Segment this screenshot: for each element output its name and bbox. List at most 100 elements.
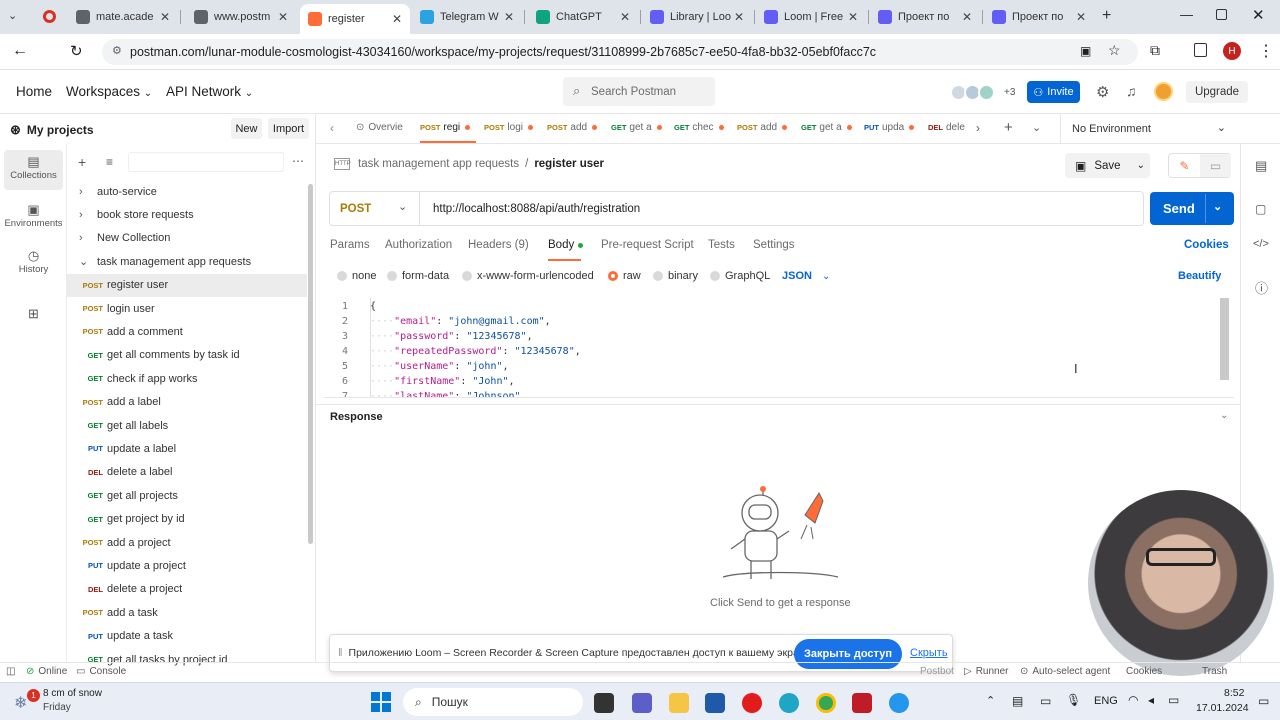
opera-icon[interactable]	[742, 693, 762, 713]
invite-button[interactable]: ⚇ Invite	[1027, 81, 1080, 103]
recording-icon[interactable]	[43, 10, 56, 23]
camera-icon[interactable]: ▣	[1080, 44, 1091, 58]
tab-settings[interactable]: Settings	[753, 239, 795, 251]
nav-api-network[interactable]: API Network ⌄	[166, 84, 253, 99]
chrome-menu-icon[interactable]: ⋮	[1258, 41, 1274, 61]
trash-button[interactable]: Trash	[1202, 666, 1227, 677]
request-item[interactable]: PUT update a project	[67, 554, 307, 577]
request-item[interactable]: POST add a comment	[67, 320, 307, 343]
site-info-icon[interactable]: ⚙	[112, 44, 122, 57]
save-button[interactable]: ▣ Save ⌄	[1065, 153, 1150, 178]
store-icon[interactable]	[705, 693, 725, 713]
request-tab[interactable]: GET get a	[801, 122, 852, 133]
body-code-editor[interactable]: 1{2 ···· "email": "john@gmail.com", 3 ···· "p…	[324, 298, 1234, 398]
rail-collections[interactable]: ▤ Collections	[4, 150, 63, 190]
taskbar-search[interactable]: ⌕ Пошук	[403, 688, 583, 716]
close-tab-icon[interactable]: ✕	[392, 12, 402, 26]
online-status[interactable]: ⊘ Online	[26, 666, 67, 677]
postbot-button[interactable]: Postbot	[920, 666, 954, 677]
notifications-icon[interactable]: ▭	[1258, 694, 1269, 708]
battery-icon[interactable]: ▭	[1168, 693, 1179, 707]
close-tab-icon[interactable]: ✕	[620, 10, 630, 24]
radio-graphql[interactable]: GraphQL	[710, 270, 770, 282]
request-item[interactable]: DEL delete a project	[67, 578, 307, 601]
request-item[interactable]: POST add a label	[67, 391, 307, 414]
tab-prerequest-script[interactable]: Pre-request Script	[601, 239, 694, 251]
add-collection-icon[interactable]: +	[78, 154, 86, 170]
request-tab[interactable]: ⊙ Overvie	[356, 122, 403, 133]
collection-search-field[interactable]	[128, 152, 284, 172]
filter-icon[interactable]: ≡	[106, 155, 113, 169]
request-item[interactable]: POST register user	[67, 273, 307, 297]
request-item[interactable]: GET get all labels	[67, 414, 307, 437]
tab-headers[interactable]: Headers (9)	[468, 239, 529, 251]
runner-button[interactable]: ▷ Runner	[964, 666, 1009, 677]
radio-raw[interactable]: raw	[608, 270, 641, 282]
browser-tab[interactable]: ChatGPT ✕	[528, 4, 638, 30]
editor-scrollbar[interactable]	[1220, 298, 1229, 380]
auto-select-agent[interactable]: ⊙ Auto-select agent	[1020, 666, 1110, 677]
nav-home[interactable]: Home	[16, 84, 52, 99]
sidebar-scrollbar[interactable]	[308, 184, 313, 544]
rail-history[interactable]: ◷ History	[4, 248, 63, 275]
method-select[interactable]: POST ⌄	[330, 192, 420, 225]
wifi-icon[interactable]: ◠	[1128, 693, 1138, 707]
comment-icon[interactable]: ▭	[1200, 154, 1231, 177]
breadcrumb-collection[interactable]: task management app requests	[358, 158, 519, 170]
request-item[interactable]: PUT update a label	[67, 437, 307, 460]
request-item[interactable]: GET get all comments by task id	[67, 344, 307, 367]
edge-icon[interactable]	[779, 693, 799, 713]
task-view-icon[interactable]	[594, 693, 614, 713]
tray-overflow-icon[interactable]: ⌃	[986, 694, 995, 707]
close-tab-icon[interactable]: ✕	[160, 10, 170, 24]
radio-none[interactable]: none	[337, 270, 376, 282]
close-tab-icon[interactable]: ✕	[504, 10, 514, 24]
rail-environments[interactable]: ▣ Environments	[4, 202, 63, 229]
chevron-right-icon[interactable]: ›	[79, 232, 93, 244]
info-icon[interactable]: ⓘ	[1255, 278, 1268, 297]
request-item[interactable]: GET check if app works	[67, 367, 307, 390]
user-avatar[interactable]	[1154, 82, 1173, 101]
collection-item[interactable]: ⌄ task management app requests	[67, 250, 307, 273]
breadcrumb-request[interactable]: register user	[534, 158, 604, 170]
browser-tab[interactable]: mate.acade ✕	[68, 4, 178, 30]
beautify-button[interactable]: Beautify	[1178, 270, 1221, 282]
format-select[interactable]: JSON ⌄	[782, 270, 830, 282]
back-icon[interactable]: ←	[12, 42, 28, 60]
intellij-icon[interactable]	[852, 693, 872, 713]
code-snippet-icon[interactable]: </>	[1253, 238, 1269, 250]
request-item[interactable]: DEL delete a label	[67, 461, 307, 484]
docker-icon[interactable]	[889, 693, 909, 713]
weather-widget[interactable]: ❄ 1	[14, 689, 40, 715]
console-button[interactable]: ▭ Console	[76, 666, 126, 677]
request-tab[interactable]: POST regi	[420, 122, 471, 133]
browser-tab[interactable]: Проект по ✕	[870, 4, 980, 30]
team-avatars[interactable]	[950, 84, 1000, 101]
radio-urlencoded[interactable]: x-www-form-urlencoded	[462, 270, 594, 282]
new-button[interactable]: New	[231, 118, 262, 139]
maximize-icon[interactable]	[1216, 9, 1227, 20]
url-input[interactable]: http://localhost:8088/api/auth/registrat…	[433, 192, 640, 225]
chevron-right-icon[interactable]: ›	[79, 186, 93, 198]
collection-item[interactable]: › book store requests	[67, 203, 307, 226]
browser-tab[interactable]: register ✕	[300, 4, 410, 34]
hide-link[interactable]: Скрыть	[910, 647, 948, 659]
side-panel-icon[interactable]	[1194, 43, 1207, 57]
comments-icon[interactable]: ▢	[1255, 202, 1266, 216]
drag-handle-icon[interactable]: ‖	[338, 647, 343, 659]
reload-icon[interactable]: ↻	[70, 42, 83, 60]
request-item[interactable]: POST add a task	[67, 601, 307, 624]
request-tab[interactable]: POST logi	[484, 122, 533, 133]
radio-form-data[interactable]: form-data	[387, 270, 449, 282]
start-windows-icon[interactable]	[371, 692, 391, 712]
teams-icon[interactable]	[632, 693, 652, 713]
environment-selector[interactable]: No Environment ⌄	[1060, 114, 1236, 143]
request-item[interactable]: POST login user	[67, 297, 307, 320]
request-tab[interactable]: POST add	[737, 122, 788, 133]
collection-item[interactable]: › auto-service	[67, 180, 307, 203]
cookies-link[interactable]: Cookies	[1184, 239, 1229, 251]
configure-sidebar-icon[interactable]: ⊞	[4, 306, 63, 322]
import-button[interactable]: Import	[268, 118, 309, 139]
tray-camera-icon[interactable]: ▭	[1040, 694, 1051, 708]
tab-params[interactable]: Params	[330, 239, 370, 251]
